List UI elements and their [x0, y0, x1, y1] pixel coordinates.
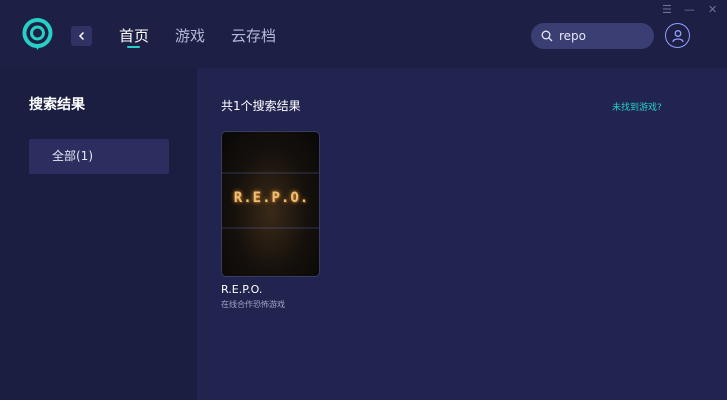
chevron-left-icon	[78, 31, 84, 41]
user-icon	[671, 29, 684, 42]
search-input[interactable]: repo	[531, 23, 654, 49]
game-description: 在线合作恐怖游戏	[221, 300, 285, 309]
sidebar: 搜索结果 全部(1)	[0, 68, 197, 400]
tab-games[interactable]: 游戏	[175, 26, 205, 46]
sidebar-item-all[interactable]: 全部(1)	[29, 139, 169, 174]
sidebar-title: 搜索结果	[29, 97, 85, 113]
cover-glitch-line	[222, 227, 319, 229]
tab-cloud-saves[interactable]: 云存档	[231, 26, 276, 46]
active-tab-indicator	[127, 46, 140, 48]
tab-home[interactable]: 首页	[119, 26, 149, 46]
search-results-panel: 共1个搜索结果 未找到游戏? R.E.P.O. R.E.P.O. 在线合作恐怖游…	[197, 68, 727, 400]
game-cover-card[interactable]: R.E.P.O.	[221, 131, 320, 277]
user-avatar[interactable]	[665, 23, 690, 48]
close-icon[interactable]: ✕	[708, 3, 717, 17]
top-bar: 首页 游戏 云存档 ☰ — ✕ repo	[0, 0, 727, 68]
menu-icon[interactable]: ☰	[662, 3, 672, 17]
not-found-link[interactable]: 未找到游戏?	[612, 100, 662, 113]
game-title[interactable]: R.E.P.O.	[221, 283, 262, 296]
game-cover-logo: R.E.P.O.	[233, 190, 310, 206]
search-icon	[541, 30, 553, 42]
search-value: repo	[559, 29, 587, 43]
back-button[interactable]	[71, 26, 92, 46]
result-count: 共1个搜索结果	[221, 99, 301, 113]
app-logo-icon	[22, 18, 53, 51]
minimize-icon[interactable]: —	[684, 3, 695, 17]
cover-glitch-line	[222, 172, 319, 174]
